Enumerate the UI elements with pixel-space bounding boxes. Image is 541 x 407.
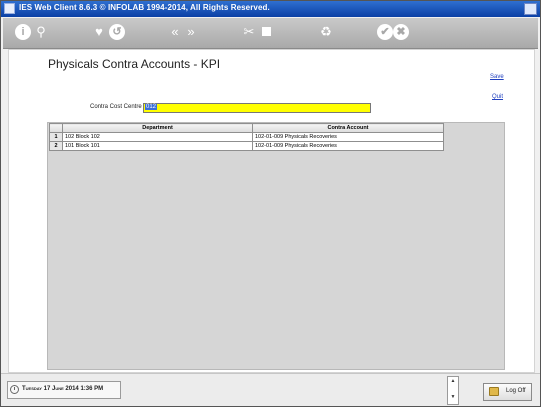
department-cell[interactable]: 102 Block 102	[62, 132, 253, 142]
datetime-display: Tuesday 17 June 2014 1:36 PM	[7, 381, 121, 399]
toolbar: i ⚲ ♥ ↺ « » ✂ ♻ ✔ ✖	[3, 18, 538, 49]
department-cell[interactable]: 101 Block 101	[62, 141, 253, 151]
lock-icon	[489, 387, 499, 396]
next-icon[interactable]: »	[183, 24, 199, 40]
tools-icon[interactable]: ✂	[241, 24, 257, 40]
app-icon	[4, 3, 15, 14]
search-icon[interactable]: ⚲	[33, 24, 49, 40]
page-title: Physicals Contra Accounts - KPI	[48, 57, 221, 71]
status-bar: Tuesday 17 June 2014 1:36 PM ▲ ▼ Log Off	[1, 373, 540, 406]
table-row[interactable]: 1 102 Block 102 102-01-009 Physicals Rec…	[49, 132, 444, 142]
contra-account-column-header[interactable]: Contra Account	[252, 123, 444, 133]
log-off-button[interactable]: Log Off	[483, 383, 532, 401]
clock-icon	[10, 385, 19, 394]
window-title: IES Web Client 8.6.3 © INFOLAB 1994-2014…	[19, 3, 270, 12]
refresh-icon[interactable]: ↺	[109, 24, 125, 40]
row-number: 2	[49, 141, 63, 151]
contra-cost-centre-input[interactable]: 012	[143, 103, 371, 113]
quit-link[interactable]: Quit	[492, 94, 503, 100]
datetime-text: Tuesday 17 June 2014 1:36 PM	[22, 386, 104, 392]
window-menu-button[interactable]	[524, 3, 537, 15]
main-content: Physicals Contra Accounts - KPI Save Qui…	[8, 49, 535, 373]
heart-icon[interactable]: ♥	[91, 24, 107, 40]
info-icon[interactable]: i	[15, 24, 31, 40]
contra-account-cell[interactable]: 102-01-009 Physicals Recoveries	[252, 141, 444, 151]
contra-accounts-table: Department Contra Account 1 102 Block 10…	[49, 123, 444, 151]
app-window: IES Web Client 8.6.3 © INFOLAB 1994-2014…	[0, 0, 541, 407]
status-scroller[interactable]: ▲ ▼	[447, 376, 459, 405]
title-bar: IES Web Client 8.6.3 © INFOLAB 1994-2014…	[1, 1, 540, 17]
recycle-icon[interactable]: ♻	[318, 24, 334, 40]
contra-cost-centre-value: 012	[145, 104, 158, 110]
grid-panel: Department Contra Account 1 102 Block 10…	[47, 122, 505, 370]
prev-icon[interactable]: «	[167, 24, 183, 40]
row-number-header	[49, 123, 63, 133]
table-header-row: Department Contra Account	[49, 123, 444, 133]
log-off-label: Log Off	[506, 388, 526, 394]
contra-account-cell[interactable]: 102-01-009 Physicals Recoveries	[252, 132, 444, 142]
stop-icon[interactable]	[262, 27, 271, 36]
row-number: 1	[49, 132, 63, 142]
cancel-icon[interactable]: ✖	[393, 24, 409, 40]
department-column-header[interactable]: Department	[62, 123, 253, 133]
table-row[interactable]: 2 101 Block 101 102-01-009 Physicals Rec…	[49, 141, 444, 151]
contra-cost-centre-label: Contra Cost Centre	[90, 104, 142, 110]
save-link[interactable]: Save	[490, 74, 504, 80]
check-icon[interactable]: ✔	[377, 24, 393, 40]
